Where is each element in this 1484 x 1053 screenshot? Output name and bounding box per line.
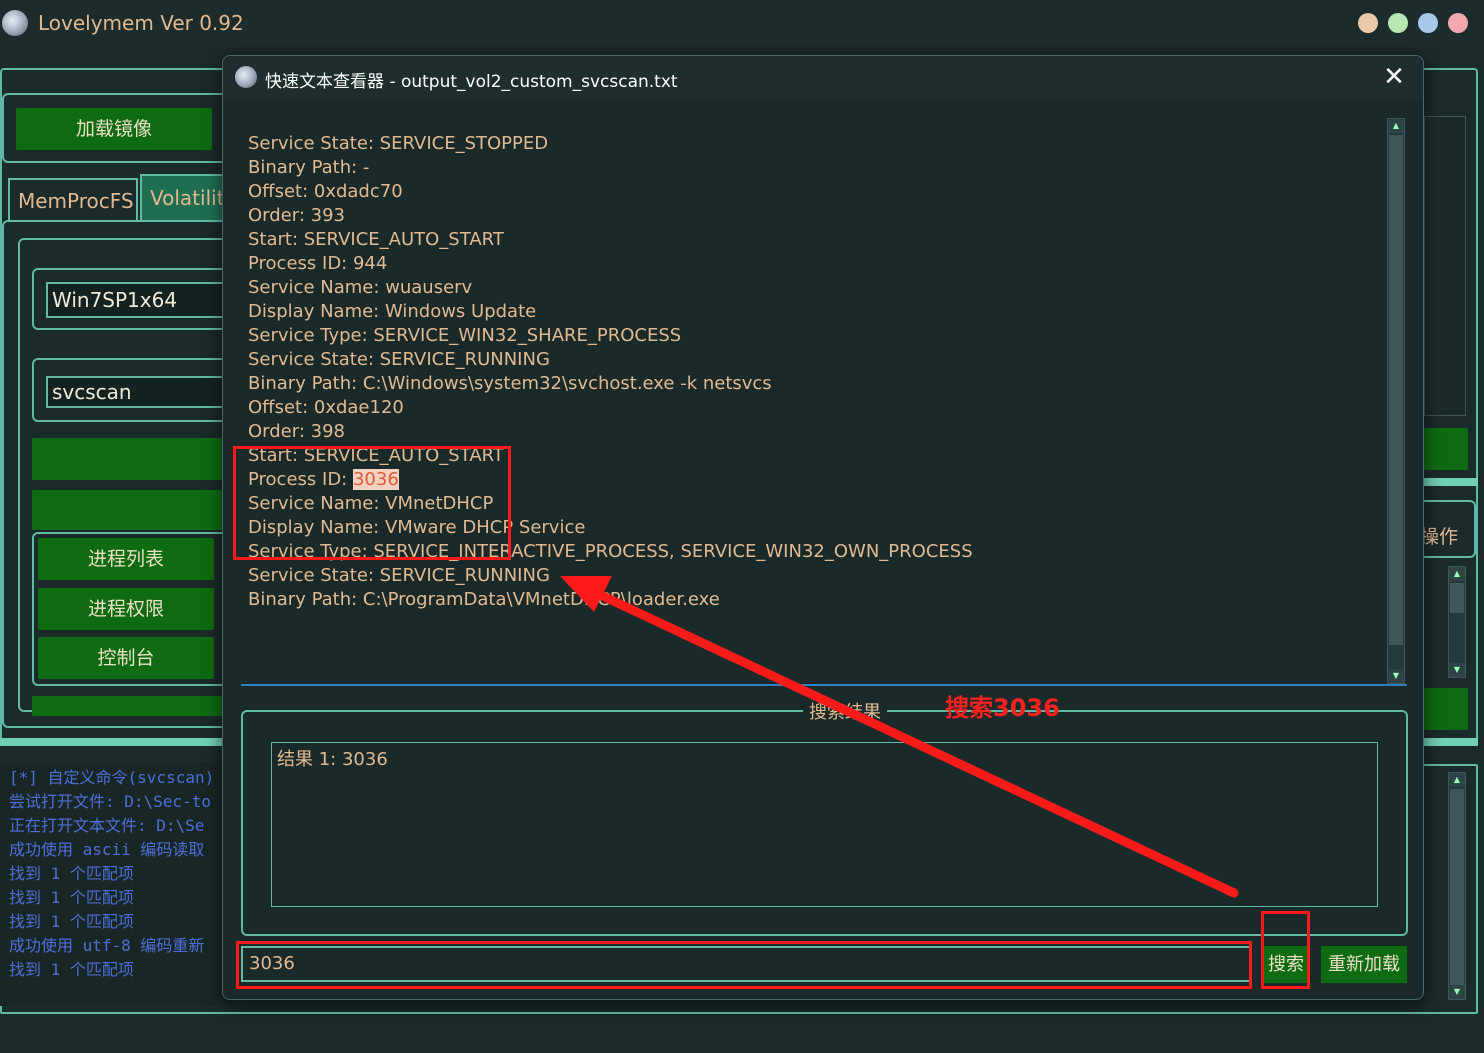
annotation-arrow-icon xyxy=(560,576,1239,898)
